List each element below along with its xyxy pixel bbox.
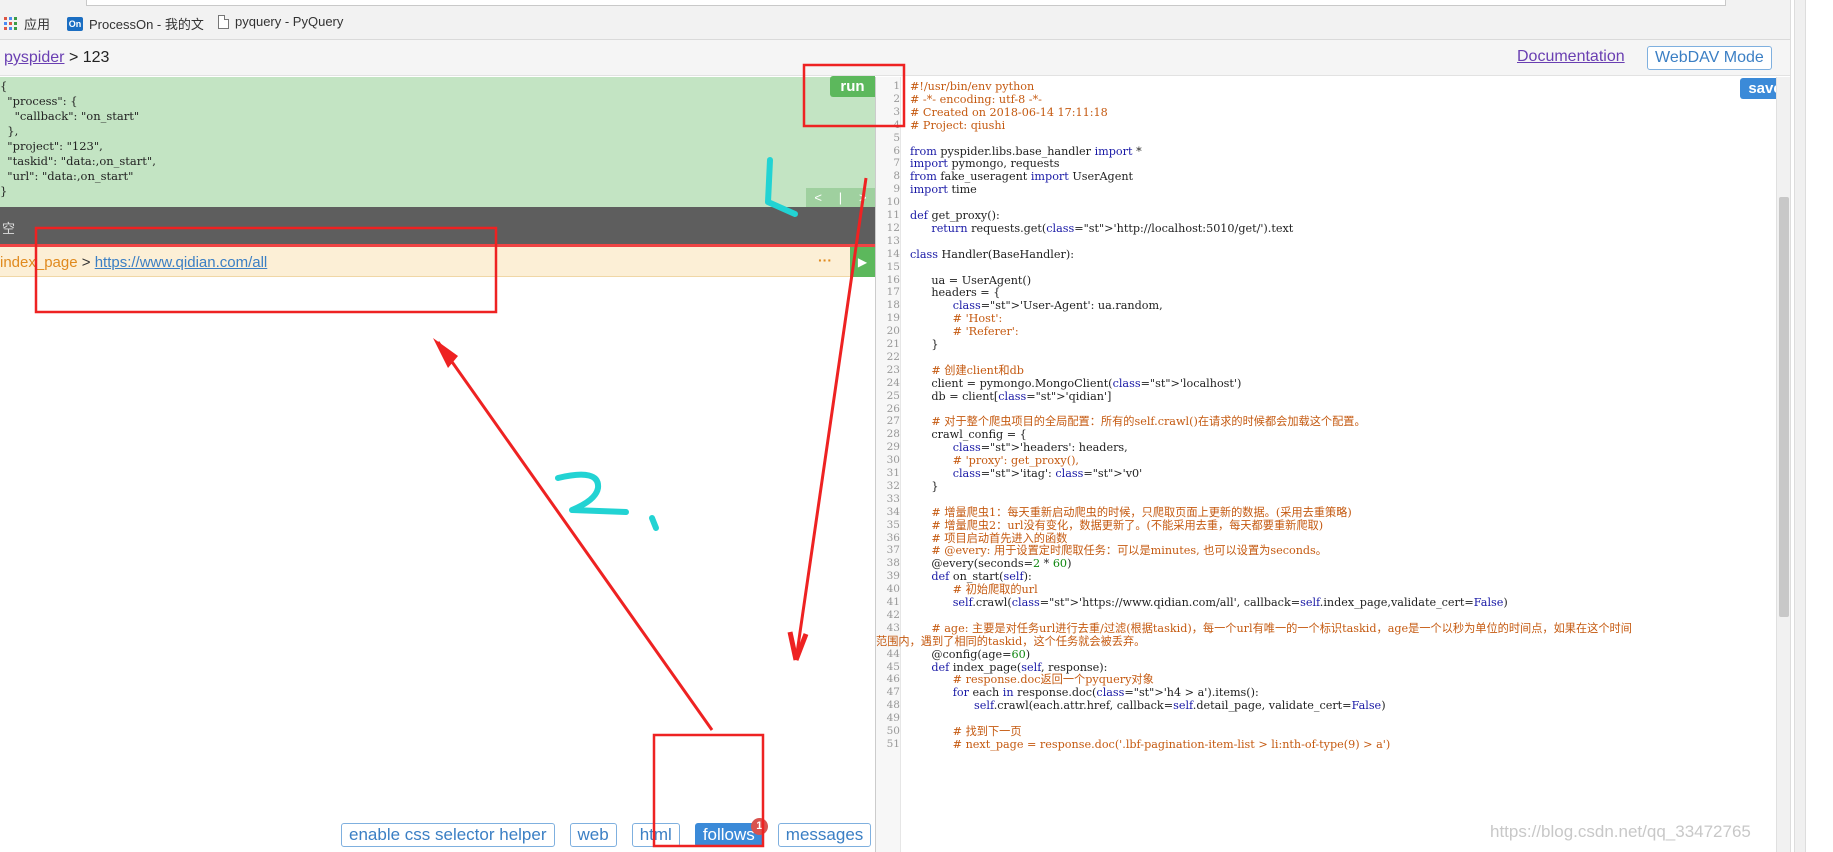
window-scrollbar-track[interactable] (1794, 0, 1806, 852)
prev-task-button[interactable]: < (814, 190, 822, 205)
result-bar: 空 (0, 207, 875, 244)
arrow-to-follows-head (787, 631, 809, 661)
apps-grid-icon (4, 16, 18, 31)
breadcrumb: pyspider > 123 (4, 49, 109, 67)
annotation-label-2-comma (649, 515, 659, 531)
document-icon (218, 14, 229, 29)
code-text: # next_page = response.doc('.lbf-paginat… (910, 737, 1391, 751)
bookmark-label: pyquery - PyQuery (235, 14, 344, 29)
bottom-tabs: enable css selector helper web html foll… (341, 818, 872, 847)
annotation-label-2-stroke (555, 471, 629, 515)
tab-messages[interactable]: messages (777, 823, 872, 847)
breadcrumb-separator: > (68, 49, 79, 66)
follow-url-link[interactable]: https://www.qidian.com/all (95, 254, 268, 271)
bookmark-pyquery[interactable]: pyquery - PyQuery (218, 14, 343, 29)
bookmark-apps[interactable]: 应用 (4, 14, 50, 33)
code-editor[interactable]: 1 #!/usr/bin/env python 2 # -*- encoding: u… (876, 77, 1776, 852)
tab-web[interactable]: web (569, 823, 617, 847)
play-follow-button[interactable]: ▶ (850, 247, 875, 277)
bookmark-processon[interactable]: On ProcessOn - 我的文 (67, 14, 204, 33)
editor-scrollbar-thumb[interactable] (1779, 197, 1789, 617)
arrow-to-url-head (433, 338, 458, 368)
debug-header: pyspider > 123 Documentation WebDAV Mode (0, 40, 1800, 76)
callback-name: index_page (0, 254, 78, 271)
task-json[interactable]: { "process": { "callback": "on_start" },… (0, 79, 156, 199)
follow-breadcrumb: index_page > https://www.qidian.com/all (0, 254, 267, 271)
arrow-to-url (436, 341, 714, 731)
webdav-mode-button[interactable]: WebDAV Mode (1647, 46, 1772, 70)
run-button[interactable]: run (830, 76, 875, 97)
url-separator: > (81, 254, 91, 271)
editor-scrollbar[interactable] (1776, 77, 1790, 852)
next-task-button[interactable]: > (859, 190, 867, 205)
processon-icon: On (67, 16, 83, 31)
watermark: https://blog.csdn.net/qq_33472765 (1490, 822, 1751, 841)
result-text: 空 (2, 221, 16, 236)
task-json-panel[interactable]: { "process": { "callback": "on_start" },… (0, 77, 875, 207)
code-line[interactable]: 51 # next_page = response.doc('.lbf-pagi… (876, 737, 1766, 752)
documentation-link[interactable]: Documentation (1517, 48, 1625, 66)
bookmark-label: 应用 (24, 17, 51, 32)
line-number: 51 (886, 737, 900, 750)
more-options-icon[interactable]: ··· (818, 252, 832, 268)
follow-url-row: index_page > https://www.qidian.com/all … (0, 247, 875, 277)
pyspider-home-link[interactable]: pyspider (4, 49, 64, 66)
tab-follows[interactable]: follows 1 (694, 818, 768, 847)
bookmark-label: ProcessOn - 我的文 (89, 17, 204, 32)
window-scrollbar[interactable] (1790, 0, 1833, 852)
tab-follows-label: follows (702, 825, 755, 844)
project-name: 123 (82, 49, 110, 66)
address-bar-edge[interactable] (86, 0, 1726, 6)
bookmarks-bar: 应用 On ProcessOn - 我的文 pyquery - PyQuery (0, 0, 1833, 40)
follows-count-badge: 1 (750, 818, 768, 835)
tab-css-selector-helper[interactable]: enable css selector helper (341, 823, 555, 847)
task-navigation: < | > (806, 188, 875, 207)
tab-html[interactable]: html (631, 823, 680, 847)
